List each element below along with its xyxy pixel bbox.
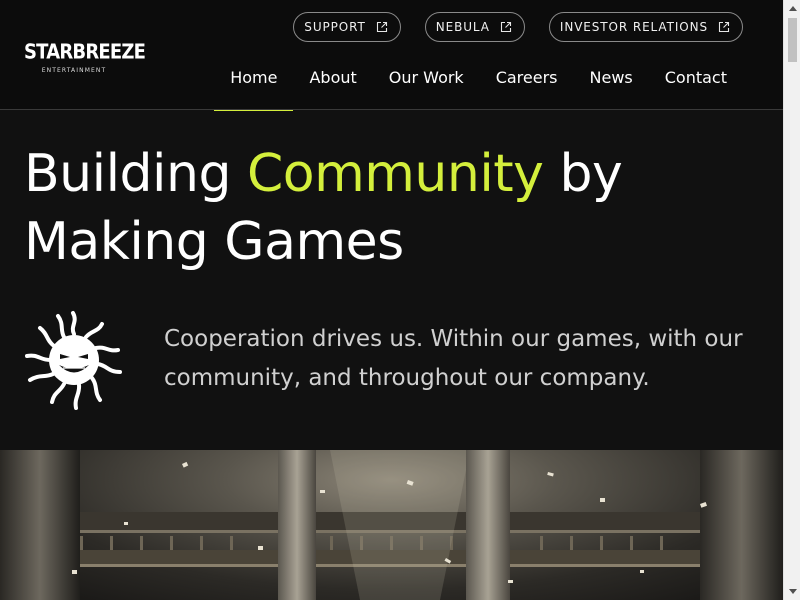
external-link-icon (500, 21, 512, 33)
nav-careers[interactable]: Careers (480, 60, 574, 110)
hero-title-part1: Building (24, 144, 247, 204)
investor-relations-link[interactable]: INVESTOR RELATIONS (548, 12, 743, 42)
logo-subtitle: ENTERTAINMENT (41, 67, 107, 74)
scroll-up-arrow-icon[interactable] (784, 0, 800, 17)
hero-title-line2: Making Games (24, 212, 404, 272)
hero-banner-image (0, 450, 783, 600)
support-label: SUPPORT (304, 20, 366, 34)
utility-nav: SUPPORT NEBULA INVESTOR RELATIONS (293, 12, 743, 42)
sun-mascot-icon (24, 310, 124, 410)
nav-our-work[interactable]: Our Work (373, 60, 480, 110)
nebula-label: NEBULA (435, 20, 490, 34)
scroll-down-arrow-icon[interactable] (784, 583, 800, 600)
nav-news[interactable]: News (574, 60, 649, 110)
site-header: STARBREEZE ENTERTAINMENT SUPPORT NEBULA … (0, 0, 783, 111)
external-link-icon (718, 21, 730, 33)
logo-wordmark: STARBREEZE (24, 39, 146, 64)
page-scrollbar[interactable] (783, 0, 800, 600)
nav-home[interactable]: Home (214, 60, 294, 111)
hero-title-part2: by (543, 144, 623, 204)
hero-tagline: Cooperation drives us. Within our games,… (164, 326, 743, 391)
hero-title: Building Community by Making Games (24, 140, 623, 276)
main-nav: Home About Our Work Careers News Contact (214, 60, 743, 111)
scroll-thumb[interactable] (788, 18, 797, 62)
starbreeze-logo[interactable]: STARBREEZE ENTERTAINMENT (24, 39, 146, 77)
support-link[interactable]: SUPPORT (293, 12, 401, 42)
nebula-link[interactable]: NEBULA (424, 12, 525, 42)
hero-title-accent: Community (246, 144, 544, 204)
nav-about[interactable]: About (293, 60, 372, 110)
investor-relations-label: INVESTOR RELATIONS (559, 20, 708, 34)
external-link-icon (376, 21, 388, 33)
nav-contact[interactable]: Contact (649, 60, 743, 110)
